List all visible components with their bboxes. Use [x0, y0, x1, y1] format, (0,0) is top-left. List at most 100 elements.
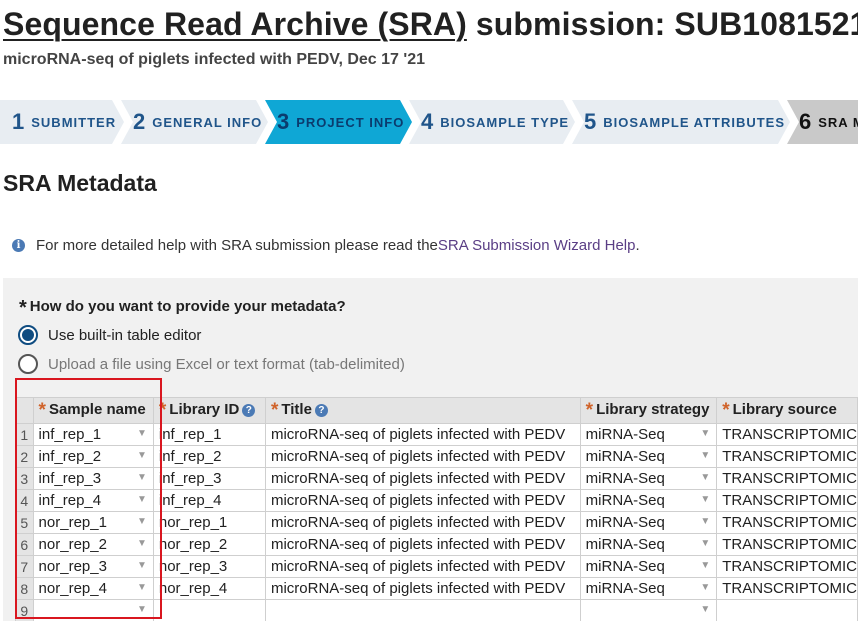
dropdown-arrow-icon[interactable]: ▼ [137, 582, 147, 593]
help-icon[interactable]: ? [242, 403, 256, 417]
help-icon[interactable]: ? [314, 403, 328, 417]
radio-button-unchecked[interactable] [18, 354, 38, 374]
library-id-cell[interactable]: nor_rep_1 [152, 511, 266, 534]
dropdown-arrow-icon[interactable]: ▼ [700, 494, 710, 505]
library-strategy-cell[interactable]: miRNA-Seq ▼ [579, 577, 718, 600]
dropdown-arrow-icon[interactable]: ▼ [700, 516, 710, 527]
cell-value: nor_rep_2 [38, 536, 107, 553]
dropdown-arrow-icon[interactable]: ▼ [137, 516, 147, 527]
library-id-cell[interactable]: nor_rep_3 [152, 555, 266, 578]
row-number: 6 [15, 533, 34, 556]
title-cell[interactable]: microRNA-seq of piglets infected with PE… [264, 511, 581, 534]
library-id-cell[interactable]: nor_rep_2 [152, 533, 266, 556]
cell-value: miRNA-Seq [585, 558, 665, 575]
dropdown-arrow-icon[interactable]: ▼ [137, 604, 147, 615]
sample-name-cell[interactable]: ▼ [32, 599, 154, 621]
row-number: 9 [15, 599, 34, 621]
sample-name-cell[interactable]: nor_rep_2 ▼ [32, 533, 154, 556]
sample-name-cell[interactable]: nor_rep_1 ▼ [32, 511, 154, 534]
table-row: 7 nor_rep_3 ▼ nor_rep_3 microRNA-seq of pigl… [15, 555, 858, 578]
dropdown-arrow-icon[interactable]: ▼ [137, 450, 147, 461]
sample-name-cell[interactable]: inf_rep_2 ▼ [32, 445, 154, 468]
title-cell[interactable]: microRNA-seq of piglets infected with PE… [264, 489, 581, 512]
row-number: 7 [15, 555, 34, 578]
library-strategy-cell[interactable]: miRNA-Seq ▼ [579, 489, 718, 512]
dropdown-arrow-icon[interactable]: ▼ [700, 428, 710, 439]
step-biosample-attributes[interactable]: 5 BIOSAMPLE ATTRIBUTES [572, 100, 790, 144]
library-source-cell[interactable]: TRANSCRIPTOMIC [716, 577, 858, 600]
step-biosample-type[interactable]: 4 BIOSAMPLE TYPE [409, 100, 575, 144]
title-cell[interactable]: microRNA-seq of piglets infected with PE… [264, 577, 581, 600]
title-cell[interactable]: microRNA-seq of piglets infected with PE… [264, 467, 581, 490]
library-strategy-cell[interactable]: miRNA-Seq ▼ [579, 555, 718, 578]
library-source-cell[interactable]: TRANSCRIPTOMIC [716, 489, 858, 512]
dropdown-arrow-icon[interactable]: ▼ [700, 604, 710, 615]
cell-value: nor_rep_3 [38, 558, 107, 575]
dropdown-arrow-icon[interactable]: ▼ [700, 450, 710, 461]
library-strategy-cell[interactable]: miRNA-Seq ▼ [579, 511, 718, 534]
step-project-info[interactable]: 3 PROJECT INFO [265, 100, 412, 144]
wizard-help-link[interactable]: SRA Submission Wizard Help [438, 237, 636, 254]
radio-option-upload-file[interactable]: Upload a file using Excel or text format… [18, 354, 405, 374]
cell-value: 9 [20, 602, 29, 619]
dropdown-arrow-icon[interactable]: ▼ [700, 538, 710, 549]
radio-option-table-editor[interactable]: Use built-in table editor [18, 325, 201, 345]
table-row: 8 nor_rep_4 ▼ nor_rep_4 microRNA-seq of pigl… [15, 577, 858, 600]
library-strategy-cell[interactable]: miRNA-Seq ▼ [579, 467, 718, 490]
library-source-cell[interactable]: TRANSCRIPTOMIC [716, 555, 858, 578]
library-strategy-cell[interactable]: ▼ [579, 599, 718, 621]
step-general-info[interactable]: 2 GENERAL INFO [121, 100, 268, 144]
sample-name-cell[interactable]: inf_rep_1 ▼ [32, 423, 154, 446]
library-source-cell[interactable]: TRANSCRIPTOMIC [716, 423, 858, 446]
metadata-table: * Sample name * Library ID? * Title? * Libra… [15, 397, 858, 621]
library-id-cell[interactable]: nor_rep_4 [152, 577, 266, 600]
title-cell[interactable] [264, 599, 581, 621]
library-source-cell[interactable]: TRANSCRIPTOMIC [716, 511, 858, 534]
library-id-cell[interactable] [152, 599, 266, 621]
cell-value: inf_rep_4 [38, 492, 102, 509]
step-submitter[interactable]: 1 SUBMITTER [0, 100, 124, 144]
cell-value: miRNA-Seq [585, 580, 665, 597]
sra-title-link[interactable]: Sequence Read Archive (SRA) [3, 6, 467, 42]
title-cell[interactable]: microRNA-seq of piglets infected with PE… [264, 445, 581, 468]
column-header-library-id[interactable]: * Library ID? [152, 397, 266, 424]
library-id-cell[interactable]: inf_rep_2 [152, 445, 266, 468]
cell-value: nor_rep_4 [38, 580, 107, 597]
library-id-cell[interactable]: inf_rep_3 [152, 467, 266, 490]
dropdown-arrow-icon[interactable]: ▼ [700, 472, 710, 483]
library-id-cell[interactable]: inf_rep_1 [152, 423, 266, 446]
dropdown-arrow-icon[interactable]: ▼ [137, 428, 147, 439]
table-row: 1 inf_rep_1 ▼ inf_rep_1 microRNA-seq of pigl… [15, 423, 858, 446]
metadata-table-editor: * Sample name * Library ID? * Title? * Libra… [15, 397, 858, 621]
sample-name-cell[interactable]: inf_rep_3 ▼ [32, 467, 154, 490]
title-cell[interactable]: microRNA-seq of piglets infected with PE… [264, 533, 581, 556]
column-header-library-source[interactable]: * Library source [716, 397, 858, 424]
library-source-cell[interactable]: TRANSCRIPTOMIC [716, 445, 858, 468]
library-source-cell[interactable]: TRANSCRIPTOMIC [716, 533, 858, 556]
library-id-cell[interactable]: inf_rep_4 [152, 489, 266, 512]
library-source-cell[interactable]: TRANSCRIPTOMIC [716, 467, 858, 490]
row-number-header [15, 397, 34, 424]
dropdown-arrow-icon[interactable]: ▼ [137, 494, 147, 505]
radio-button-checked[interactable] [18, 325, 38, 345]
sample-name-cell[interactable]: nor_rep_4 ▼ [32, 577, 154, 600]
sample-name-cell[interactable]: nor_rep_3 ▼ [32, 555, 154, 578]
column-header-title[interactable]: * Title? [264, 397, 581, 424]
sample-name-cell[interactable]: inf_rep_4 ▼ [32, 489, 154, 512]
library-strategy-cell[interactable]: miRNA-Seq ▼ [579, 533, 718, 556]
library-strategy-cell[interactable]: miRNA-Seq ▼ [579, 445, 718, 468]
step-sra-metadata[interactable]: 6 SRA M [787, 100, 858, 144]
library-strategy-cell[interactable]: miRNA-Seq ▼ [579, 423, 718, 446]
dropdown-arrow-icon[interactable]: ▼ [700, 560, 710, 571]
dropdown-arrow-icon[interactable]: ▼ [137, 538, 147, 549]
required-star-icon: * [38, 399, 46, 421]
library-source-cell[interactable] [716, 599, 858, 621]
column-header-library-strategy[interactable]: * Library strategy [579, 397, 718, 424]
dropdown-arrow-icon[interactable]: ▼ [137, 560, 147, 571]
column-header-sample-name[interactable]: * Sample name [32, 397, 154, 424]
dropdown-arrow-icon[interactable]: ▼ [137, 472, 147, 483]
title-cell[interactable]: microRNA-seq of piglets infected with PE… [264, 555, 581, 578]
radio-label: Upload a file using Excel or text format… [48, 355, 405, 373]
title-cell[interactable]: microRNA-seq of piglets infected with PE… [264, 423, 581, 446]
dropdown-arrow-icon[interactable]: ▼ [700, 582, 710, 593]
